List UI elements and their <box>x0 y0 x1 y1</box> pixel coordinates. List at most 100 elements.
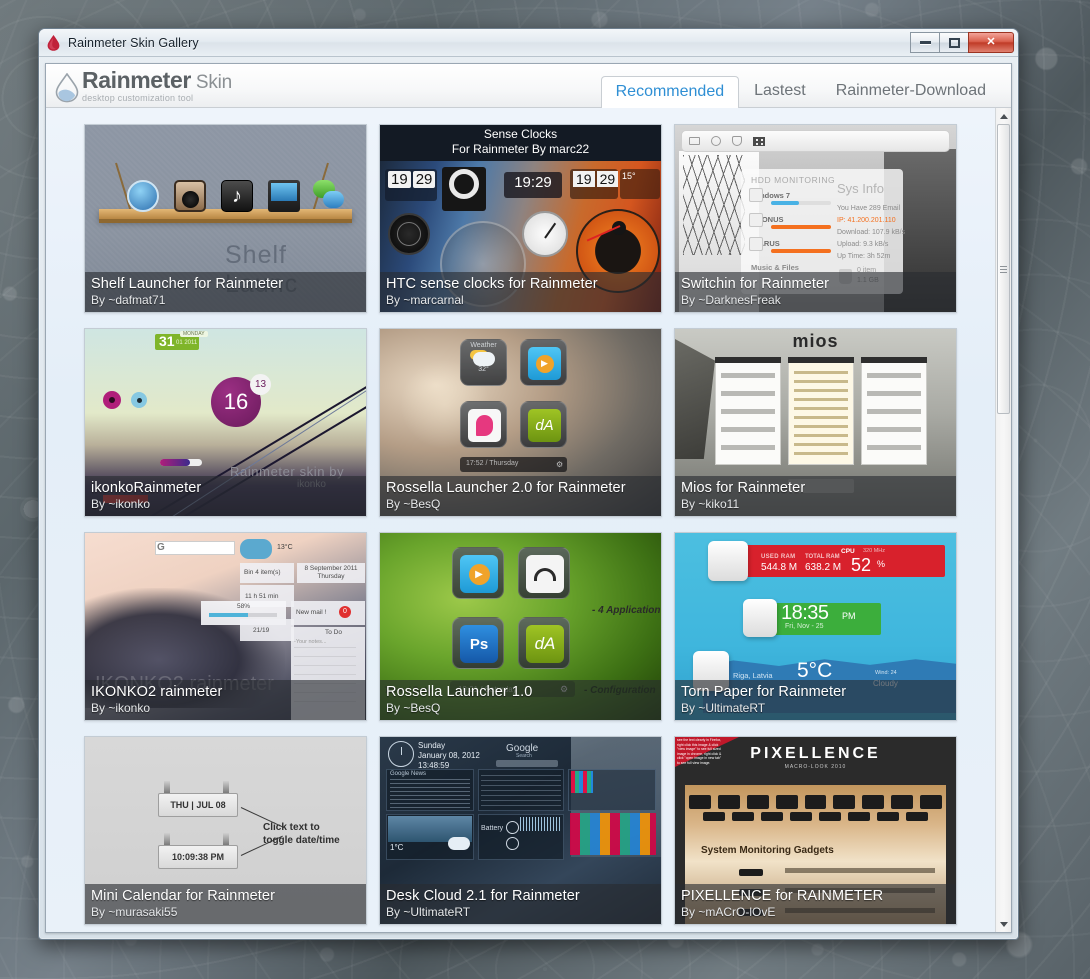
deskcloud-day: Sunday <box>418 741 480 751</box>
ram-total-label: TOTAL RAM <box>805 554 840 560</box>
skin-card[interactable]: THU | JUL 08 10:09:38 PM Click text to t… <box>84 736 367 925</box>
date-label: 8 September 2011 <box>297 565 365 572</box>
sysinfo-line: Download: 107.9 kB/s <box>837 229 905 236</box>
hint-line2: toggle date/time <box>263 834 340 847</box>
weather-city: Riga, Latvia <box>733 671 773 680</box>
clock-ampm: PM <box>842 611 856 621</box>
dribbble-pin-icon <box>476 415 493 436</box>
skin-caption: Torn Paper for Rainmeter By ~UltimateRT <box>675 680 956 720</box>
gallery-row: Shelf Launc ♪ <box>46 124 995 313</box>
brand-tagline: desktop customization tool <box>82 94 232 103</box>
cpu-value: 52 <box>851 555 871 576</box>
skin-card[interactable]: HDD MONITORING Windows 7 CRONUS ICARUS M… <box>674 124 957 313</box>
monitor-icon <box>689 137 700 145</box>
calendar-time-box: 10:09:38 PM <box>158 845 238 869</box>
ikonko-small-circle: 13 <box>250 374 271 395</box>
skin-title: Mini Calendar for Rainmeter <box>91 888 360 905</box>
htc-hour: 19 <box>388 171 411 188</box>
gallery-scroll-region: Shelf Launc ♪ <box>46 108 1011 932</box>
pixellence-logo: PIXELLENCE <box>675 745 956 763</box>
skin-card[interactable]: ▶ Ps dA <box>379 532 662 721</box>
tab-bar: Recommended Lastest Rainmeter-Download <box>601 64 1001 107</box>
hint-line1: Click text to <box>263 821 340 834</box>
skin-author: By ~ikonko <box>91 497 360 511</box>
scroll-up-button[interactable] <box>996 108 1011 124</box>
skin-caption: Desk Cloud 2.1 for Rainmeter By ~Ultimat… <box>380 884 661 924</box>
cpu-mhz: 320 MHz <box>863 548 885 554</box>
todo-label: To Do <box>325 629 342 636</box>
skin-caption: Switchin for Rainmeter By ~DarknesFreak <box>675 272 956 312</box>
skin-card[interactable]: 31 01 2011 MONDAY 16 13 Rainmeter skin b… <box>84 328 367 517</box>
htc-digital: 19:29 <box>504 172 562 198</box>
photoshop-icon: Ps <box>460 625 498 663</box>
progress-label: 58% <box>201 603 286 610</box>
htc-line2: For Rainmeter By marc22 <box>380 142 661 157</box>
skin-title: Switchin for Rainmeter <box>681 276 950 293</box>
htc-line1: Sense Clocks <box>380 127 661 142</box>
uptime-label: 11 h 51 min <box>245 593 278 600</box>
htc-min: 29 <box>413 171 436 188</box>
gallery-row: G 13°C Bin 4 item(s) 8 September 2011 Th… <box>46 532 995 721</box>
shield-icon <box>732 136 742 146</box>
ram-total-value: 638.2 M <box>805 562 841 573</box>
scroll-down-button[interactable] <box>996 916 1011 932</box>
tab-recommended[interactable]: Recommended <box>601 76 740 108</box>
skin-title: Rossella Launcher 1.0 <box>386 684 655 701</box>
skin-card[interactable]: Shelf Launc ♪ <box>84 124 367 313</box>
skin-author: By ~UltimateRT <box>681 701 950 715</box>
rainmeter-skin-gallery-window: Rainmeter Skin Gallery ✕ Rainmeter <box>38 28 1019 940</box>
skype-icon <box>711 136 721 146</box>
skin-card[interactable]: Sense Clocks For Rainmeter By marc22 19 … <box>379 124 662 313</box>
sysinfo-line: IP: 41.200.201.110 <box>837 217 896 224</box>
skin-caption: PIXELLENCE for RAINMETER By ~mACrO-lOvE <box>675 884 956 924</box>
htc-temp: 15° <box>620 169 660 199</box>
mail-badge: 0 <box>339 606 351 618</box>
window-titlebar[interactable]: Rainmeter Skin Gallery ✕ <box>39 29 1018 57</box>
skin-caption: Rossella Launcher 2.0 for Rainmeter By ~… <box>380 476 661 516</box>
skin-card[interactable]: G 13°C Bin 4 item(s) 8 September 2011 Th… <box>84 532 367 721</box>
clock-date: Fri, Nov - 25 <box>785 623 824 630</box>
htc-header: Sense Clocks For Rainmeter By marc22 <box>380 125 661 161</box>
cpu-label: CPU <box>841 548 855 555</box>
skin-card[interactable]: mios Mios <box>674 328 957 517</box>
play-icon: ▶ <box>536 355 554 373</box>
skin-title: Rossella Launcher 2.0 for Rainmeter <box>386 480 655 497</box>
minimize-button[interactable] <box>910 32 940 53</box>
skin-card[interactable]: Weather 32° ▶ <box>379 328 662 517</box>
scrollbar-thumb[interactable] <box>997 124 1010 414</box>
scrollbar-track[interactable] <box>996 124 1011 916</box>
gallery-row: 31 01 2011 MONDAY 16 13 Rainmeter skin b… <box>46 328 995 517</box>
vertical-scrollbar[interactable] <box>995 108 1011 932</box>
google-g-icon: G <box>157 542 165 553</box>
play-icon: ▶ <box>469 564 490 585</box>
skin-title: ikonkoRainmeter <box>91 480 360 497</box>
skin-author: By ~ikonko <box>91 701 360 715</box>
skin-card[interactable]: Sunday January 08, 2012 13:48:59 Google … <box>379 736 662 925</box>
sysinfo-line: You Have 289 Email <box>837 205 900 212</box>
skin-author: By ~kiko11 <box>681 497 950 511</box>
close-button[interactable]: ✕ <box>968 32 1014 53</box>
grip-icon <box>1000 266 1007 273</box>
ram-used-label: USED RAM <box>761 554 795 560</box>
skin-card[interactable]: see the text clearly in Firefox, right c… <box>674 736 957 925</box>
skin-title: Shelf Launcher for Rainmeter <box>91 276 360 293</box>
skin-gallery: Shelf Launc ♪ <box>46 108 995 932</box>
skin-author: By ~UltimateRT <box>386 905 655 919</box>
skin-caption: Rossella Launcher 1.0 By ~BesQ <box>380 680 661 720</box>
maximize-button[interactable] <box>939 32 969 53</box>
skin-title: Desk Cloud 2.1 for Rainmeter <box>386 888 655 905</box>
skin-author: By ~murasaki55 <box>91 905 360 919</box>
tab-lastest[interactable]: Lastest <box>739 76 821 107</box>
skin-title: Mios for Rainmeter <box>681 480 950 497</box>
skin-caption: HTC sense clocks for Rainmeter By ~marca… <box>380 272 661 312</box>
bin-label: Bin 4 item(s) <box>244 569 280 576</box>
skin-author: By ~DarknesFreak <box>681 293 950 307</box>
deskcloud-date: January 08, 2012 <box>418 751 480 761</box>
skin-card[interactable]: USED RAM 544.8 M TOTAL RAM 638.2 M CPU 3… <box>674 532 957 721</box>
page-sheet: Rainmeter Skin desktop customization too… <box>45 63 1012 933</box>
sysinfo-line: Upload: 9.3 kB/s <box>837 241 888 248</box>
tab-rainmeter-download[interactable]: Rainmeter-Download <box>821 76 1001 107</box>
skin-caption: Shelf Launcher for Rainmeter By ~dafmat7… <box>85 272 366 312</box>
brand-text: Rainmeter Skin desktop customization too… <box>82 69 232 103</box>
annotation-apps: - 4 Application <box>592 605 661 616</box>
